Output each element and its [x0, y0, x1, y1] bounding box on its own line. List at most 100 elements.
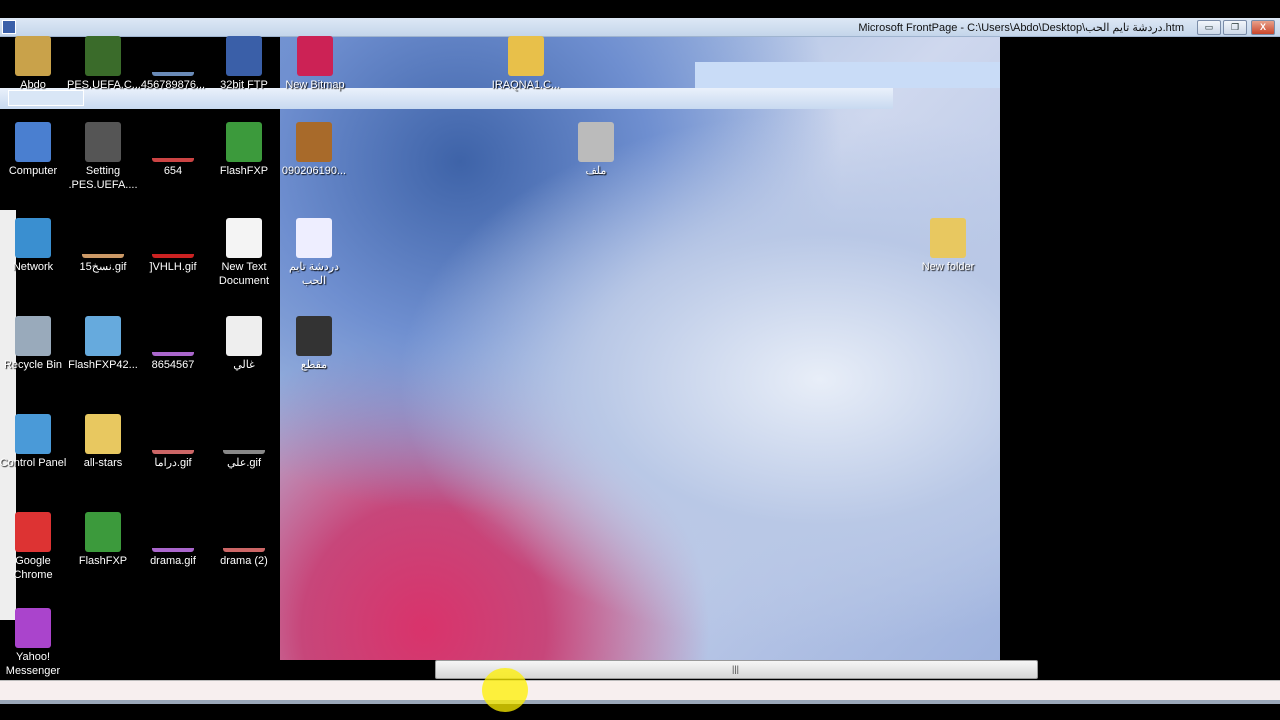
network-icon	[15, 218, 51, 258]
desktop-icon-label: Control Panel	[0, 457, 67, 469]
html-file-icon	[296, 218, 332, 258]
desktop-icon-label: FlashFXP	[219, 165, 269, 177]
desktop-icon[interactable]: New Bitmap	[279, 36, 351, 92]
desktop-icon[interactable]: Network	[0, 218, 69, 274]
desktop-icon-label: FlashFXP	[78, 555, 128, 567]
desktop-icon[interactable]: drama (2)	[208, 512, 280, 568]
desktop-icon-label: 32bit FTP	[220, 79, 268, 91]
desktop-icon[interactable]: FlashFXP	[67, 512, 139, 568]
desktop-icon[interactable]: 32bit FTP	[208, 36, 280, 92]
desktop-icon-label: Setting .PES.UEFA....	[68, 165, 138, 191]
control-panel-icon	[15, 414, 51, 454]
desktop-icon[interactable]: مقطع	[278, 316, 350, 372]
desktop-icon-label: FlashFXP42...	[68, 359, 138, 371]
cursor-highlight	[482, 668, 528, 712]
desktop-icon-label: New folder	[921, 261, 975, 273]
desktop-icon-label: PES.UEFA.C...	[67, 79, 141, 91]
file-icon	[578, 122, 614, 162]
game-shortcut-icon	[85, 36, 121, 76]
folder-icon	[930, 218, 966, 258]
desktop-icon[interactable]: 090206190...	[278, 122, 350, 178]
desktop-icon[interactable]: all-stars	[67, 414, 139, 470]
video-file-icon	[296, 316, 332, 356]
desktop-icon-label: drama.gif	[150, 555, 196, 567]
frontpage-app-icon[interactable]	[2, 20, 16, 34]
window-title: Microsoft FrontPage - C:\Users\Abdo\Desk…	[858, 22, 1184, 34]
close-button[interactable]: X	[1251, 20, 1275, 35]
desktop-icon-label: ملف	[585, 165, 607, 177]
desktop-icon[interactable]: FlashFXP42...	[67, 316, 139, 372]
taskbar	[0, 700, 1280, 704]
yahoo-messenger-icon	[15, 608, 51, 648]
desktop-icon[interactable]: IRAQNA1.C...	[490, 36, 562, 92]
desktop-icon[interactable]: 8654567	[137, 316, 209, 372]
desktop-icon-label: Recycle Bin	[3, 359, 63, 371]
desktop-icon[interactable]: Google Chrome	[0, 512, 69, 582]
desktop-icon-label: Network	[12, 261, 54, 273]
title-bar: Microsoft FrontPage - C:\Users\Abdo\Desk…	[0, 18, 1280, 37]
desktop-icon[interactable]: PES.UEFA.C...	[67, 36, 141, 92]
desktop-icon[interactable]: دراما.gif	[137, 414, 209, 470]
gif-file-icon	[223, 526, 265, 552]
desktop-icon[interactable]: 456789876...	[137, 36, 209, 92]
desktop-icon-label: Abdo	[20, 79, 46, 91]
scrollbar-grip-icon[interactable]: |||	[732, 664, 739, 674]
desktop-icon[interactable]: New folder	[912, 218, 984, 274]
desktop-icon[interactable]: ]VHLH.gif	[137, 218, 209, 274]
installer-icon	[85, 316, 121, 356]
desktop-icon[interactable]: غالي	[208, 316, 280, 372]
gif-file-icon	[152, 526, 194, 552]
desktop-icon-label: New Bitmap	[285, 79, 345, 91]
gif-file-icon	[82, 232, 124, 258]
desktop-icon[interactable]: دردشة تايم الحب	[278, 218, 350, 288]
desktop-icon[interactable]: FlashFXP	[208, 122, 280, 178]
gif-file-icon	[152, 330, 194, 356]
media-icon	[508, 36, 544, 76]
frontpage-toolbar-area	[695, 62, 1000, 88]
desktop-wallpaper	[280, 37, 1000, 660]
desktop-icon-label: ]VHLH.gif	[149, 261, 197, 273]
desktop-icon[interactable]: 654	[137, 122, 209, 178]
desktop-icon[interactable]: Yahoo! Messenger	[0, 608, 69, 678]
gif-file-icon	[152, 136, 194, 162]
desktop-icon[interactable]: ملف	[560, 122, 632, 178]
desktop-icon[interactable]: Recycle Bin	[0, 316, 69, 372]
ftp-icon	[226, 36, 262, 76]
desktop-icon[interactable]: Setting .PES.UEFA....	[67, 122, 139, 192]
desktop-icon-label: دردشة تايم الحب	[288, 261, 340, 287]
desktop-icon-label: all-stars	[83, 457, 123, 469]
computer-icon	[15, 122, 51, 162]
image-file-icon	[296, 122, 332, 162]
desktop-icon[interactable]: Computer	[0, 122, 69, 178]
desktop-icon-label: علي.gif	[226, 457, 262, 469]
gif-file-icon	[152, 428, 194, 454]
desktop-icon[interactable]: Control Panel	[0, 414, 69, 470]
desktop-icon-label: Computer	[8, 165, 58, 177]
user-folder-icon	[15, 36, 51, 76]
desktop-icon[interactable]: New Text Document	[208, 218, 280, 288]
desktop-icon-label: غالي	[233, 359, 255, 371]
restore-button[interactable]: ❐	[1223, 20, 1247, 35]
desktop-icon[interactable]: drama.gif	[137, 512, 209, 568]
desktop-icon-label: نسخ15.gif	[79, 261, 127, 273]
desktop-icon-label: دراما.gif	[154, 457, 192, 469]
flashfxp-icon	[85, 512, 121, 552]
toolbar-field[interactable]	[8, 90, 84, 106]
folder-icon	[85, 414, 121, 454]
desktop-icon-label: Google Chrome	[13, 555, 53, 581]
recycle-bin-icon	[15, 316, 51, 356]
desktop-icon-label: drama (2)	[220, 555, 268, 567]
desktop-icon-label: 8654567	[151, 359, 195, 371]
horizontal-scrollbar[interactable]: |||	[435, 660, 1038, 679]
minimize-button[interactable]: ▭	[1197, 20, 1221, 35]
status-bar	[0, 680, 1280, 700]
desktop-icon[interactable]: Abdo	[0, 36, 69, 92]
gif-file-icon	[152, 50, 194, 76]
mp3-file-icon	[226, 316, 262, 356]
desktop-icon[interactable]: علي.gif	[208, 414, 280, 470]
gif-file-icon	[152, 232, 194, 258]
desktop-icon-label: 090206190...	[281, 165, 347, 177]
bitmap-icon	[297, 36, 333, 76]
desktop-icon-label: IRAQNA1.C...	[491, 79, 561, 91]
desktop-icon[interactable]: نسخ15.gif	[67, 218, 139, 274]
